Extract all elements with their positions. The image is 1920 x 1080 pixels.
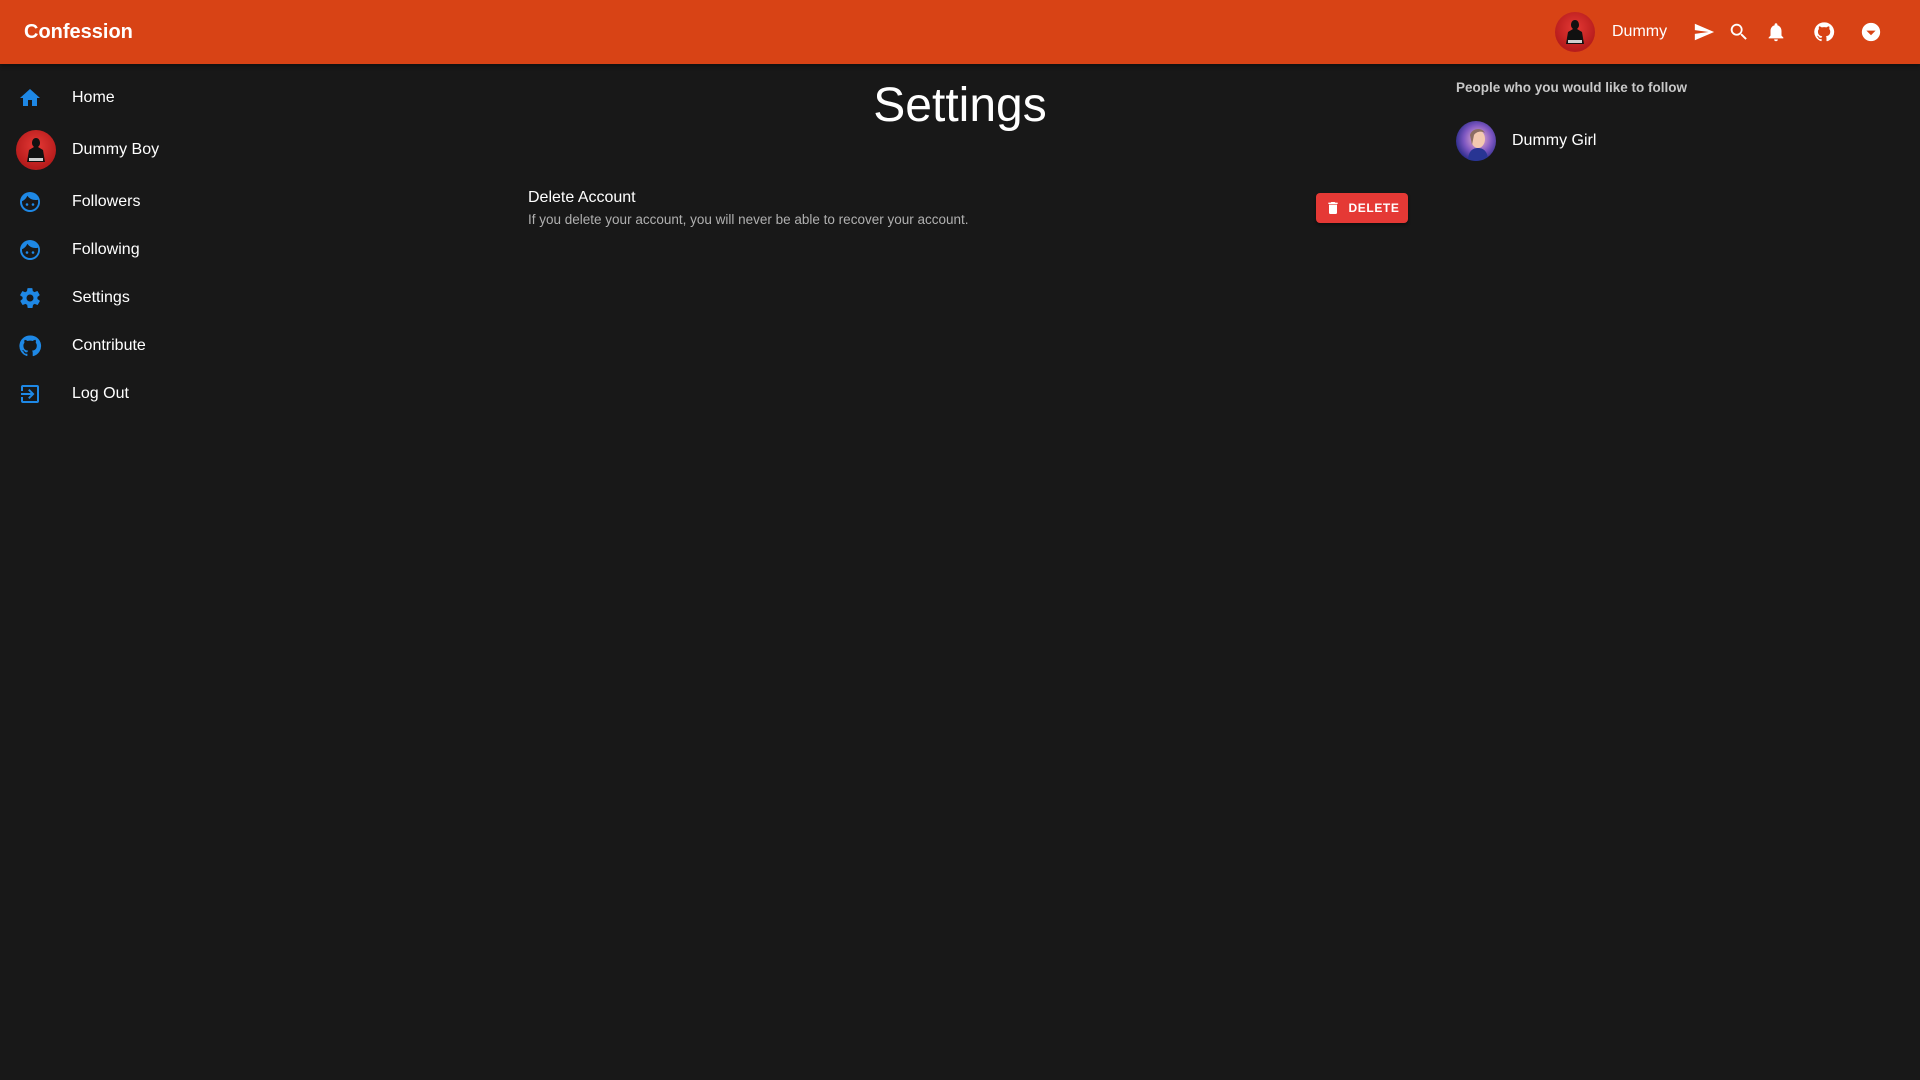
avatar-figure	[27, 138, 45, 162]
sidebar-item-profile[interactable]: Dummy Boy	[0, 122, 260, 178]
user-avatar[interactable]	[1555, 12, 1595, 52]
avatar	[1456, 121, 1496, 161]
delete-button-label: DELETE	[1348, 201, 1400, 215]
avatar	[16, 130, 56, 170]
suggested-user-name: Dummy Girl	[1512, 132, 1597, 149]
sidebar-item-following[interactable]: Following	[0, 226, 260, 274]
sidebar-item-label: Followers	[72, 193, 141, 210]
sidebar-item-label: Dummy Boy	[72, 141, 160, 158]
sidebar-item-label: Log Out	[72, 385, 129, 402]
app-title[interactable]: Confession	[24, 0, 133, 64]
chevron-down-circle-icon[interactable]	[1859, 20, 1883, 44]
search-icon[interactable]	[1727, 20, 1751, 44]
page-title: Settings	[873, 79, 1047, 132]
delete-account-setting: Delete Account If you delete your accoun…	[528, 186, 1408, 234]
setting-title: Delete Account	[528, 189, 636, 206]
face-icon	[18, 190, 42, 214]
face-icon	[18, 238, 42, 262]
logout-icon	[18, 382, 42, 406]
avatar-figure	[1566, 20, 1584, 44]
delete-account-button[interactable]: DELETE	[1316, 193, 1408, 223]
sidebar-item-label: Settings	[72, 289, 130, 306]
github-icon[interactable]	[1812, 20, 1836, 44]
avatar-figure	[1468, 129, 1488, 161]
setting-description: If you delete your account, you will nev…	[528, 212, 969, 227]
gear-icon	[18, 286, 42, 310]
suggestions-heading: People who you would like to follow	[1456, 80, 1688, 95]
top-app-bar: Confession Dummy	[0, 0, 1920, 64]
github-icon	[18, 334, 42, 358]
home-icon	[18, 86, 42, 110]
sidebar-item-label: Home	[72, 89, 115, 106]
send-icon[interactable]	[1692, 20, 1716, 44]
username-label[interactable]: Dummy	[1612, 0, 1667, 64]
trash-icon	[1327, 202, 1338, 214]
suggested-user[interactable]: Dummy Girl	[1456, 120, 1756, 162]
sidebar-item-home[interactable]: Home	[0, 74, 260, 122]
bell-icon[interactable]	[1764, 20, 1788, 44]
sidebar-nav: Home Dummy Boy Followers Following Setti…	[0, 74, 260, 418]
sidebar-item-settings[interactable]: Settings	[0, 274, 260, 322]
sidebar-item-logout[interactable]: Log Out	[0, 370, 260, 418]
sidebar-item-followers[interactable]: Followers	[0, 178, 260, 226]
sidebar-item-label: Contribute	[72, 337, 146, 354]
sidebar-item-contribute[interactable]: Contribute	[0, 322, 260, 370]
sidebar-item-label: Following	[72, 241, 140, 258]
